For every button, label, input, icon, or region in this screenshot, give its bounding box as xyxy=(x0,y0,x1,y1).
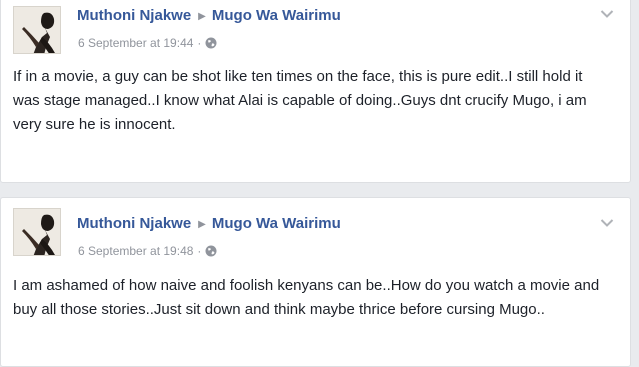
separator-dot: · xyxy=(197,244,202,258)
recipient-link[interactable]: Mugo Wa Wairimu xyxy=(212,215,341,232)
feed-post: Muthoni Njakwe ▶ Mugo Wa Wairimu 6 Septemb… xyxy=(0,0,631,183)
post-message: I am ashamed of how naive and foolish ke… xyxy=(13,277,600,318)
post-timestamp[interactable]: 6 September at 19:44 xyxy=(78,36,193,50)
post-timestamp[interactable]: 6 September at 19:48 xyxy=(78,244,193,258)
avatar[interactable] xyxy=(13,6,61,54)
profile-photo xyxy=(14,209,60,255)
chevron-down-icon[interactable] xyxy=(600,218,614,228)
author-link[interactable]: Muthoni Njakwe xyxy=(77,215,191,232)
post-header: Muthoni Njakwe ▶ Mugo Wa Wairimu xyxy=(77,7,341,24)
triangle-right-icon: ▶ xyxy=(198,219,206,230)
post-meta: 6 September at 19:44 · xyxy=(78,36,217,52)
profile-photo xyxy=(14,7,60,53)
post-message: If in a movie, a guy can be shot like te… xyxy=(13,68,587,133)
recipient-link[interactable]: Mugo Wa Wairimu xyxy=(212,7,341,24)
author-link[interactable]: Muthoni Njakwe xyxy=(77,7,191,24)
avatar[interactable] xyxy=(13,208,61,256)
post-meta: 6 September at 19:48 · xyxy=(78,244,217,260)
globe-icon[interactable] xyxy=(205,37,217,52)
chevron-down-icon[interactable] xyxy=(600,9,614,19)
post-header: Muthoni Njakwe ▶ Mugo Wa Wairimu xyxy=(77,215,341,232)
feed-post: Muthoni Njakwe ▶ Mugo Wa Wairimu 6 Septemb… xyxy=(0,197,631,367)
globe-icon[interactable] xyxy=(205,245,217,260)
triangle-right-icon: ▶ xyxy=(198,11,206,22)
separator-dot: · xyxy=(197,36,202,50)
